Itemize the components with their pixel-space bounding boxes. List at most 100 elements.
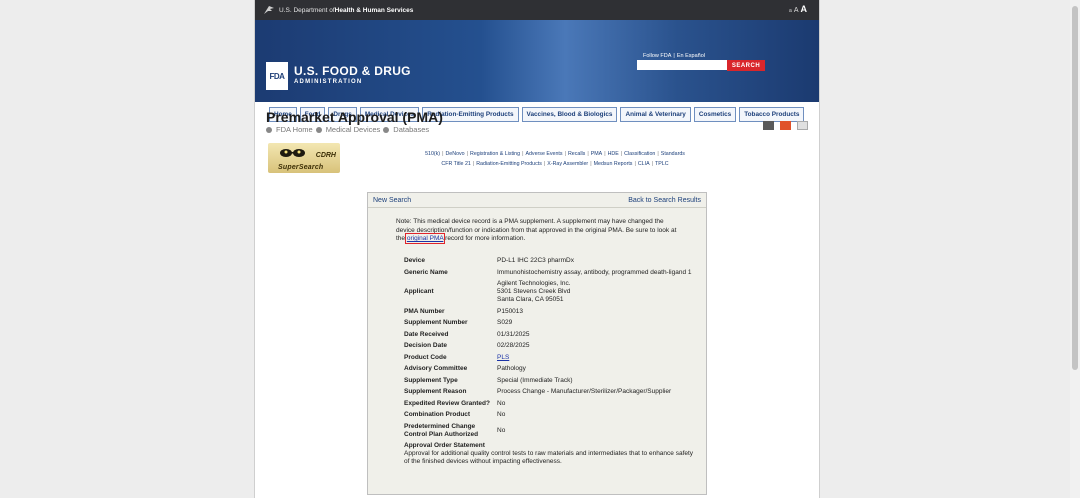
field-value: No (497, 411, 506, 418)
field-label: Expedited Review Granted? (404, 399, 490, 407)
field-value: Immunohistochemistry assay, antibody, pr… (497, 268, 692, 276)
field-supplement-number: Supplement Number S029 (404, 319, 694, 327)
bullet-icon (315, 126, 322, 133)
link-xray-assembler[interactable]: X-Ray Assembler (547, 161, 588, 167)
field-value: Agilent Technologies, Inc. 5301 Stevens C… (497, 280, 694, 304)
nav-tobacco-products[interactable]: Tobacco Products (739, 107, 805, 122)
field-label: Supplement Type (404, 376, 458, 384)
link-denovo[interactable]: DeNovo (445, 151, 464, 157)
link-cfr-title-21[interactable]: CFR Title 21 (441, 161, 470, 167)
text-size-controls: aAA (789, 4, 807, 14)
espanol-link[interactable]: En Español (675, 53, 707, 59)
cdrh-supersearch-logo[interactable]: CDRH SuperSearch (268, 143, 340, 173)
link-standards[interactable]: Standards (661, 151, 685, 157)
field-advisory-committee: Advisory Committee Pathology (404, 365, 694, 373)
top-links: Follow FDA | En Español (641, 53, 707, 59)
supersearch-links-row-1: 510(k) | DeNovo | Registration & Listing | Adv… (425, 151, 685, 157)
link-adverse-events[interactable]: Adverse Events (525, 151, 562, 157)
field-label: Decision Date (404, 342, 447, 349)
field-supplement-reason: Supplement Reason Process Change - Manufa… (404, 388, 694, 396)
field-product-code: Product Code PLS (404, 354, 694, 362)
link-recalls[interactable]: Recalls (568, 151, 585, 157)
field-device: Device PD-L1 IHC 22C3 pharmDx (404, 257, 694, 265)
nav-cosmetics[interactable]: Cosmetics (693, 107, 737, 122)
search-button[interactable]: SEARCH (727, 60, 765, 71)
field-value: Pathology (497, 365, 526, 372)
hhs-eagle-icon (264, 6, 274, 14)
link-radiation-emitting-products[interactable]: Radiation-Emitting Products (476, 161, 542, 167)
supersearch-links: 510(k) | DeNovo | Registration & Listing | Adv… (355, 149, 755, 169)
link-tplc[interactable]: TPLC (655, 161, 669, 167)
new-search-link[interactable]: New Search (373, 197, 411, 204)
link-registration-listing[interactable]: Registration & Listing (470, 151, 520, 157)
field-applicant: Applicant Agilent Technologies, Inc. 5301 … (404, 280, 694, 304)
field-label: Date Received (404, 330, 449, 338)
pdf-icon[interactable] (780, 121, 791, 130)
product-code-link[interactable]: PLS (497, 354, 509, 361)
brand-subtitle: ADMINISTRATION (294, 79, 363, 85)
field-value: P150013 (497, 307, 524, 315)
link-clia[interactable]: CLIA (638, 161, 650, 167)
email-icon[interactable] (797, 121, 808, 130)
fda-banner: FDA U.S. FOOD & DRUG ADMINISTRATION Foll… (255, 20, 819, 122)
bullet-icon (383, 126, 390, 133)
field-value: PLS (497, 354, 694, 362)
field-pma-number: PMA Number P150013 (404, 308, 694, 316)
field-combination-product: Combination Product No (404, 411, 694, 419)
pccp-label-line-1: Predetermined Change (404, 422, 476, 430)
field-date-received: Date Received 01/31/2025 (404, 331, 694, 339)
link-510k[interactable]: 510(k) (425, 151, 440, 157)
scrollbar-thumb[interactable] (1072, 6, 1078, 370)
back-to-results-link[interactable]: Back to Search Results (628, 197, 701, 204)
nav-animal-veterinary[interactable]: Animal & Veterinary (620, 107, 691, 122)
field-value: No (497, 426, 506, 434)
print-icon[interactable] (763, 121, 774, 130)
pccp-label-line-2: Control Plan Authorized (404, 430, 479, 438)
link-classification[interactable]: Classification (624, 151, 655, 157)
record-header: New Search Back to Search Results (368, 193, 706, 208)
bullet-icon (266, 126, 272, 133)
field-value: No (497, 399, 506, 407)
text-size-medium[interactable]: A (794, 7, 799, 14)
original-pma-link[interactable]: original PMA (404, 233, 446, 244)
approval-statement-text: Approval for additional quality control … (404, 450, 694, 465)
field-value: S029 (497, 319, 513, 326)
search-input[interactable] (637, 60, 727, 70)
page-scrollbar[interactable] (1070, 0, 1080, 498)
breadcrumb-fda-home[interactable]: FDA Home (276, 125, 313, 134)
page-title: Premarket Approval (PMA) (266, 109, 443, 125)
field-label: Applicant (404, 288, 434, 295)
hhs-link[interactable]: Health & Human Services (335, 7, 414, 14)
applicant-street: 5301 Stevens Creek Blvd (497, 288, 571, 295)
field-label: PMA Number (404, 307, 445, 315)
field-value: 01/31/2025 (497, 330, 530, 338)
link-hde[interactable]: HDE (608, 151, 619, 157)
field-label: Predetermined Change Control Plan Authori… (404, 423, 497, 439)
breadcrumb-databases[interactable]: Databases (393, 125, 429, 134)
fda-logo[interactable]: FDA (266, 62, 288, 90)
field-generic-name: Generic Name Immunohistochemistry assay, … (404, 269, 694, 277)
field-label: Product Code (404, 353, 447, 361)
supersearch-links-row-2: CFR Title 21 | Radiation-Emitting Products… (441, 161, 669, 167)
link-pma[interactable]: PMA (591, 151, 602, 157)
hhs-prefix: U.S. Department of (279, 6, 335, 14)
logo-supersearch-text: SuperSearch (278, 164, 324, 171)
follow-fda-link[interactable]: Follow FDA (641, 53, 673, 59)
nav-vaccines-blood-biologics[interactable]: Vaccines, Blood & Biologics (521, 107, 618, 122)
field-expedited-review: Expedited Review Granted? No (404, 400, 694, 408)
brand-title[interactable]: U.S. FOOD & DRUG (294, 64, 411, 78)
text-size-small[interactable]: a (789, 8, 792, 14)
field-label: Supplement Reason (404, 388, 467, 395)
pma-record-panel: New Search Back to Search Results Note: … (367, 192, 707, 495)
approval-statement-label: Approval Order Statement (404, 442, 485, 449)
breadcrumb-medical-devices[interactable]: Medical Devices (326, 125, 381, 134)
field-pccp-authorized: Predetermined Change Control Plan Authori… (404, 423, 694, 439)
link-medsun-reports[interactable]: Medsun Reports (594, 161, 633, 167)
breadcrumb: FDA Home Medical Devices Databases (266, 125, 429, 134)
record-fields: Device PD-L1 IHC 22C3 pharmDx Generic Nam… (404, 257, 694, 466)
hhs-bar: U.S. Department of Health & Human Servic… (255, 0, 819, 20)
page-container: U.S. Department of Health & Human Servic… (254, 0, 820, 498)
page-tools (763, 121, 808, 130)
text-size-large[interactable]: A (801, 4, 808, 14)
field-value: Special (Immediate Track) (497, 376, 573, 384)
